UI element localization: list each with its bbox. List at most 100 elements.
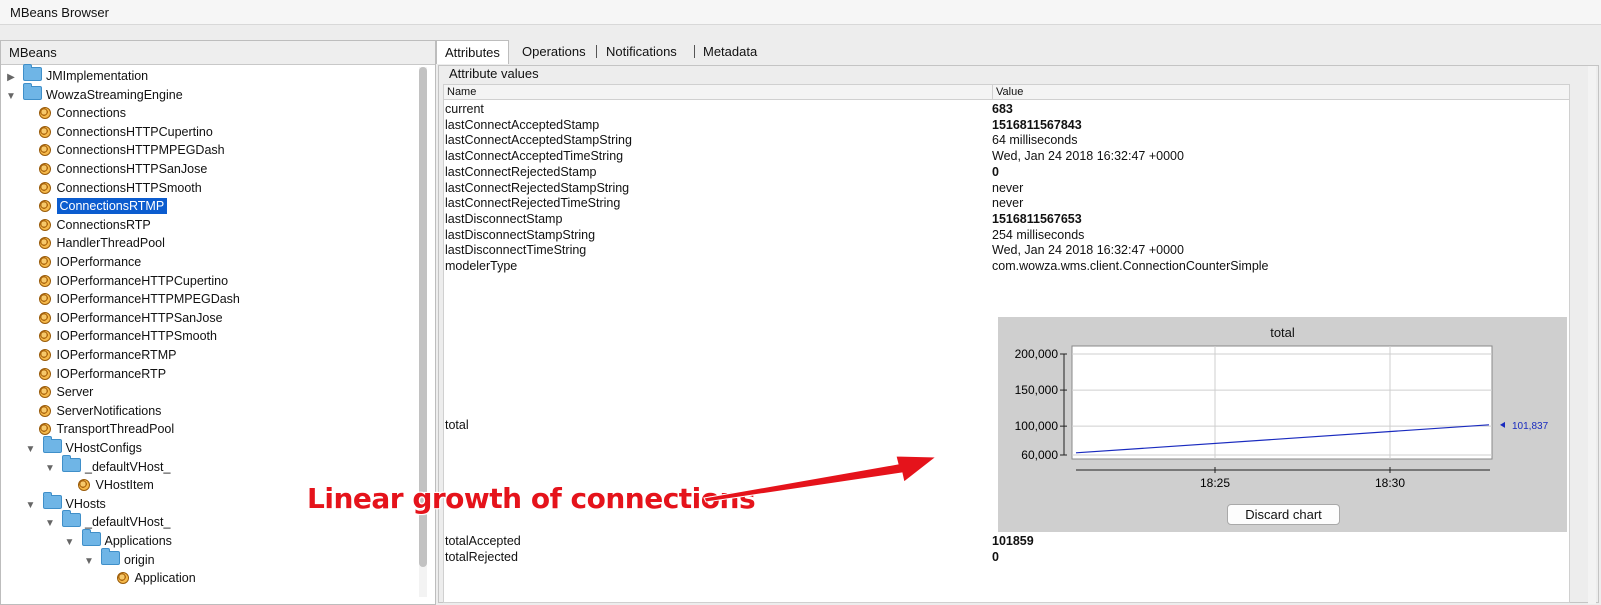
expand-triangle-down-icon[interactable]: ▼ [25, 440, 37, 459]
mbean-icon [38, 107, 51, 120]
expand-triangle-down-icon[interactable]: ▼ [44, 459, 56, 478]
tree-item[interactable]: IOPerformance [38, 253, 141, 272]
y-tick-label: 200,000 [1015, 347, 1059, 361]
attribute-value[interactable]: 101859 [992, 533, 1034, 549]
tree-item[interactable]: Server [38, 383, 93, 402]
mbean-icon [116, 572, 129, 585]
column-divider[interactable] [992, 85, 993, 99]
mbean-icon [38, 349, 51, 361]
tree-item[interactable]: ▼ _defaultVHost_ [44, 454, 170, 478]
tree-item-label: IOPerformanceHTTPCupertino [56, 273, 229, 288]
attribute-name[interactable]: lastConnectAcceptedTimeString [445, 148, 623, 164]
tree-item[interactable]: VHostItem [77, 476, 154, 495]
window-title: MBeans Browser [10, 5, 109, 20]
tab-notifications[interactable]: Notifications [598, 40, 685, 63]
tree-item-label: JMImplementation [46, 69, 149, 83]
folder-icon [23, 64, 42, 81]
y-tick-label: 150,000 [1015, 383, 1059, 397]
mbean-icon [38, 163, 51, 175]
tree-item[interactable]: ▼ VHostConfigs [25, 436, 142, 459]
tree-item-label: _defaultVHost_ [85, 515, 171, 530]
tree-item-label: ConnectionsHTTPSanJose [56, 162, 208, 176]
tree-item[interactable]: ▼ Applications [64, 529, 172, 552]
tree-item[interactable]: Connections [38, 104, 126, 123]
tree-item[interactable]: IOPerformanceHTTPCupertino [38, 272, 229, 291]
tree-item[interactable]: TransportThreadPool [38, 420, 174, 439]
attribute-name[interactable]: lastDisconnectTimeString [445, 242, 586, 258]
expand-triangle-down-icon[interactable]: ▼ [64, 533, 76, 552]
expand-triangle-down-icon[interactable]: ▼ [83, 552, 95, 571]
tree-item[interactable]: ConnectionsRTP [38, 216, 151, 235]
tree-item-label: Applications [104, 534, 172, 548]
attribute-name[interactable]: lastDisconnectStampString [445, 227, 595, 243]
attribute-name[interactable]: current [445, 101, 484, 117]
attribute-value[interactable]: never [992, 195, 1023, 211]
tree-item[interactable]: IOPerformanceRTMP [38, 346, 176, 365]
attribute-name[interactable]: lastConnectRejectedStamp [445, 164, 596, 180]
attribute-name[interactable]: modelerType [445, 258, 517, 274]
expand-triangle-down-icon[interactable]: ▼ [5, 87, 17, 106]
total-chart: total 200,000 150,000 100,000 60,000 18:25 18… [998, 317, 1567, 532]
folder-icon [42, 491, 62, 509]
tree-item[interactable]: HandlerThreadPool [38, 234, 165, 253]
tree-item[interactable]: ▼ _defaultVHost_ [44, 510, 171, 533]
attribute-value[interactable]: 0 [992, 164, 999, 180]
tree-item[interactable]: ▼ WowzaStreamingEngine [5, 82, 183, 106]
expand-triangle-down-icon[interactable]: ▼ [44, 514, 56, 533]
mbean-icon [38, 293, 51, 306]
attribute-name[interactable]: lastConnectAcceptedStampString [445, 132, 632, 148]
tree-item[interactable]: Application [116, 569, 196, 588]
column-header-value[interactable]: Value [996, 86, 1023, 98]
attribute-name[interactable]: lastConnectAcceptedStamp [445, 117, 599, 133]
chart-plot: 200,000 150,000 100,000 60,000 18:25 18:30 101… [1015, 345, 1549, 490]
mbean-icon [38, 125, 51, 138]
tree-item[interactable]: IOPerformanceHTTPSanJose [38, 309, 223, 328]
tree-item[interactable]: ConnectionsHTTPCupertino [38, 123, 213, 142]
attribute-value[interactable]: 254 milliseconds [992, 227, 1084, 243]
attribute-value[interactable]: 1516811567653 [992, 211, 1082, 227]
attributes-scrollbar[interactable] [1588, 66, 1596, 604]
mbeans-panel-header: MBeans [1, 41, 435, 65]
attribute-value[interactable]: never [992, 180, 1023, 196]
tree-item[interactable]: ServerNotifications [38, 402, 161, 421]
attribute-name[interactable]: lastDisconnectStamp [445, 211, 562, 227]
attribute-name[interactable]: totalRejected [445, 549, 518, 565]
column-header-name[interactable]: Name [447, 86, 476, 98]
tree-item-label: Application [134, 571, 196, 586]
attribute-name-total[interactable]: total [445, 417, 469, 433]
tree-item[interactable]: ▼ origin [83, 547, 155, 571]
attribute-value[interactable]: Wed, Jan 24 2018 16:32:47 +0000 [992, 242, 1184, 258]
tree-item-label: VHosts [65, 496, 106, 511]
tab-operations[interactable]: Operations [514, 40, 594, 63]
attribute-name[interactable]: lastConnectRejectedStampString [445, 180, 629, 196]
attribute-value[interactable]: 683 [992, 101, 1013, 117]
tree-item-label: origin [124, 552, 155, 567]
expand-triangle-down-icon[interactable]: ▼ [25, 496, 37, 515]
attribute-values-legend: Attribute values [447, 66, 541, 81]
mbean-icon [38, 274, 51, 287]
tree-item[interactable]: IOPerformanceHTTPMPEGDash [38, 290, 240, 309]
attribute-value[interactable]: 64 milliseconds [992, 132, 1077, 148]
attribute-name[interactable]: totalAccepted [445, 533, 521, 549]
tree-item[interactable]: ConnectionsHTTPSmooth [38, 179, 202, 198]
x-tick-label: 18:30 [1375, 476, 1405, 490]
tree-item[interactable]: IOPerformanceHTTPSmooth [38, 327, 217, 346]
attribute-value[interactable]: com.wowza.wms.client.ConnectionCounterSi… [992, 258, 1269, 274]
tree-item[interactable]: ConnectionsHTTPMPEGDash [38, 141, 225, 160]
tab-metadata[interactable]: Metadata [695, 40, 765, 63]
last-value-marker-icon [1500, 421, 1505, 428]
attribute-value[interactable]: 0 [992, 549, 999, 565]
attribute-name[interactable]: lastConnectRejectedTimeString [445, 195, 620, 211]
tree-item[interactable]: ConnectionsHTTPSanJose [38, 160, 208, 179]
tree-item[interactable]: ConnectionsRTMP [38, 197, 168, 216]
tree-item[interactable]: IOPerformanceRTP [38, 365, 166, 384]
attribute-value[interactable]: Wed, Jan 24 2018 16:32:47 +0000 [992, 148, 1184, 164]
expand-triangle-right-icon[interactable]: ▶ [5, 68, 17, 87]
tab-attributes[interactable]: Attributes [436, 40, 509, 64]
tree-scrollbar[interactable] [419, 67, 427, 597]
tree-item-label: VHostItem [95, 478, 154, 493]
discard-chart-button[interactable]: Discard chart [1227, 504, 1340, 525]
attribute-value[interactable]: 1516811567843 [992, 117, 1082, 133]
tree-item-label: ConnectionsHTTPCupertino [56, 124, 213, 139]
tab-separator [596, 45, 597, 58]
